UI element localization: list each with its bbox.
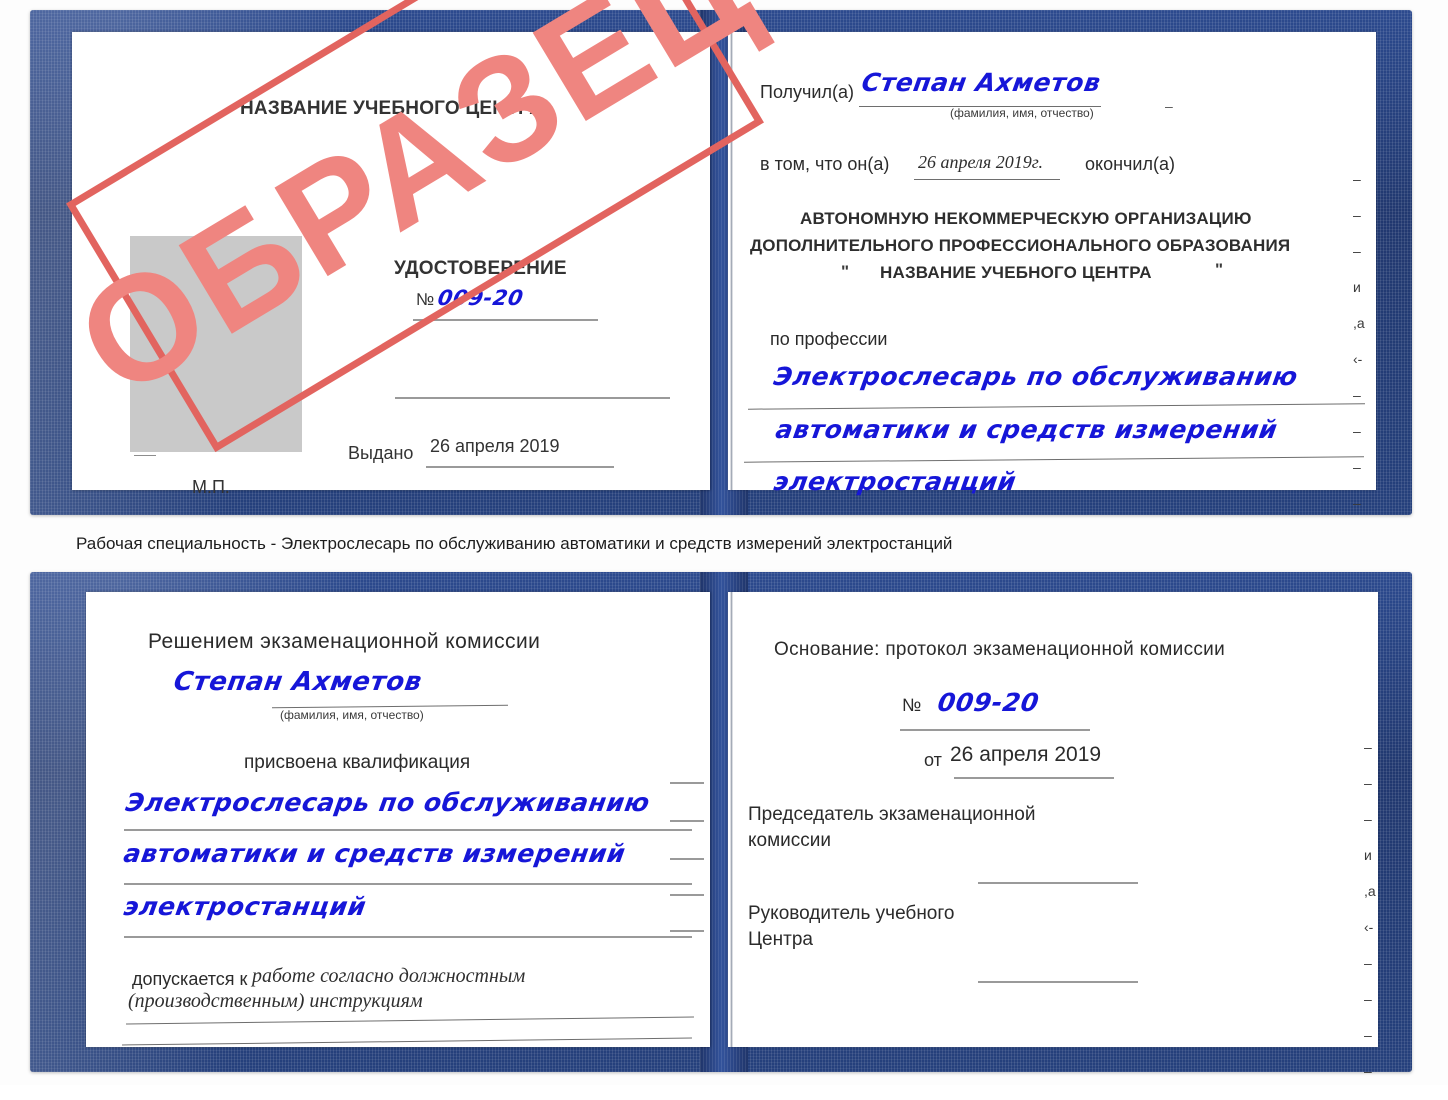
protocol-number-label: № xyxy=(902,695,922,715)
protocol-date-rule xyxy=(954,777,1114,779)
seal-place-label: М.П. xyxy=(192,477,230,497)
edge-glyph: – xyxy=(1353,423,1361,439)
edge-glyph: ,а xyxy=(1364,883,1376,899)
number-rule-top xyxy=(413,319,598,321)
fio-hint-bottom: (фамилия, имя, отчество) xyxy=(280,708,424,722)
top-certificate-book: НАЗВАНИЕ УЧЕБНОГО ЦЕНТРА УДОСТОВЕРЕНИЕ №… xyxy=(30,10,1412,515)
org-quote-close: " xyxy=(1215,260,1224,279)
chairman-label-line-1: Председатель экзаменационной xyxy=(748,804,1036,825)
edge-glyph: ,а xyxy=(1353,315,1365,331)
edge-glyph: – xyxy=(1364,1027,1372,1043)
head-label-line-1: Руководитель учебного xyxy=(748,903,955,924)
qualification-line-3: электростанций xyxy=(121,892,369,921)
edge-glyph: – xyxy=(1353,243,1361,259)
finished-label: окончил(а) xyxy=(1085,154,1175,174)
edge-glyph: – xyxy=(1364,811,1372,827)
protocol-date-value: 26 апреля 2019 xyxy=(950,743,1102,766)
issued-value: 26 апреля 2019 xyxy=(430,436,560,456)
bottom-certificate-book: Решением экзаменационной комиссии Степан… xyxy=(30,572,1412,1078)
edge-glyph: – xyxy=(1353,207,1361,223)
edge-glyph: и xyxy=(1353,279,1361,295)
student-name-bottom: Степан Ахметов xyxy=(171,667,425,697)
top-right-page: Получил(а) Степан Ахметов (фамилия, имя,… xyxy=(728,32,1376,510)
edge-glyph: – xyxy=(1364,739,1372,755)
page-caption: Рабочая специальность - Электрослесарь п… xyxy=(76,534,953,553)
allowed-to-label: допускается к xyxy=(132,969,248,989)
edge-glyph: – xyxy=(1353,171,1361,187)
profession-rule-2 xyxy=(744,456,1364,463)
received-value: Степан Ахметов xyxy=(859,68,1103,97)
top-left-page: НАЗВАНИЕ УЧЕБНОГО ЦЕНТРА УДОСТОВЕРЕНИЕ №… xyxy=(72,32,710,497)
edge-glyph-column-top: – – – и ,а ‹- – – – – xyxy=(1353,172,1365,532)
udostoverenie-title: УДОСТОВЕРЕНИЕ xyxy=(394,258,567,279)
edge-glyph-column-bottom: – – – и ,а ‹- – – – – xyxy=(1364,740,1376,1100)
number-value-top: 009-20 xyxy=(436,286,526,310)
edge-glyph: – xyxy=(1353,387,1361,403)
head-signature-rule xyxy=(978,981,1138,983)
qualification-label: присвоена квалификация xyxy=(244,752,471,773)
profession-label: по профессии xyxy=(770,329,888,349)
edge-glyph: – xyxy=(1364,955,1372,971)
edge-glyph: – xyxy=(1364,1063,1372,1079)
blank-rule-top xyxy=(395,397,670,399)
edge-rule xyxy=(670,858,704,860)
allowed-rule-1 xyxy=(126,1016,694,1025)
in-that-label: в том, что он(а) xyxy=(760,154,890,174)
edge-glyph: ‹- xyxy=(1364,919,1374,935)
edge-glyph: ‹- xyxy=(1353,351,1363,367)
profession-line-1: Электрослесарь по обслуживанию xyxy=(771,362,1301,391)
org-quote-open: " xyxy=(841,262,850,281)
profession-line-2: автоматики и средств измерений xyxy=(773,415,1280,444)
number-label-top: № xyxy=(416,290,435,309)
photo-bottom-mark xyxy=(134,455,156,456)
allowed-rule-2 xyxy=(122,1037,692,1046)
protocol-number-rule xyxy=(900,729,1090,731)
photo-placeholder xyxy=(130,236,302,452)
qualification-line-2: автоматики и средств измерений xyxy=(121,839,628,868)
head-label-line-2: Центра xyxy=(748,929,813,950)
allowed-to-value-2: (производственным) инструкциям xyxy=(128,990,423,1012)
issued-rule xyxy=(426,466,614,468)
issued-label: Выдано xyxy=(348,443,414,463)
finish-date-rule xyxy=(914,179,1060,180)
org-line-3: НАЗВАНИЕ УЧЕБНОГО ЦЕНТРА xyxy=(880,263,1152,282)
qualification-rule-2 xyxy=(124,883,692,885)
received-label: Получил(а) xyxy=(760,82,854,102)
dash-mark-top: – xyxy=(1165,98,1173,114)
page-gutter-bottom xyxy=(730,592,733,1047)
commission-decision-heading: Решением экзаменационной комиссии xyxy=(148,630,541,653)
basis-protocol-label: Основание: протокол экзаменационной коми… xyxy=(774,639,1226,660)
chairman-signature-rule xyxy=(978,882,1138,884)
allowed-to-value-1: работе согласно должностным xyxy=(252,965,526,987)
qualification-rule-3 xyxy=(124,936,692,938)
profession-line-3: электростанций xyxy=(771,467,1019,496)
fio-hint-top: (фамилия, имя, отчество) xyxy=(950,106,1094,120)
training-center-name-top: НАЗВАНИЕ УЧЕБНОГО ЦЕНТРА xyxy=(240,98,544,119)
edge-rule xyxy=(670,820,704,822)
edge-glyph: – xyxy=(1364,991,1372,1007)
protocol-date-label: от xyxy=(924,750,942,770)
bottom-left-page: Решением экзаменационной комиссии Степан… xyxy=(86,592,710,1047)
edge-glyph: и xyxy=(1364,847,1372,863)
org-line-1: АВТОНОМНУЮ НЕКОММЕРЧЕСКУЮ ОРГАНИЗАЦИЮ xyxy=(800,209,1252,228)
edge-rule xyxy=(670,894,704,896)
chairman-label-line-2: комиссии xyxy=(748,830,831,851)
page-gutter-top xyxy=(730,32,733,490)
bottom-right-page: Основание: протокол экзаменационной коми… xyxy=(728,592,1378,1078)
edge-rule xyxy=(670,930,704,932)
qualification-rule-1 xyxy=(124,829,692,831)
profession-rule-1 xyxy=(748,403,1365,410)
edge-rule xyxy=(670,782,704,784)
edge-glyph: – xyxy=(1353,495,1361,511)
edge-glyph: – xyxy=(1364,775,1372,791)
finish-date-value: 26 апреля 2019г. xyxy=(918,152,1044,172)
org-line-2: ДОПОЛНИТЕЛЬНОГО ПРОФЕССИОНАЛЬНОГО ОБРАЗО… xyxy=(750,236,1291,255)
protocol-number-value: 009-20 xyxy=(935,688,1042,717)
edge-glyph: – xyxy=(1353,459,1361,475)
qualification-line-1: Электрослесарь по обслуживанию xyxy=(123,788,653,817)
